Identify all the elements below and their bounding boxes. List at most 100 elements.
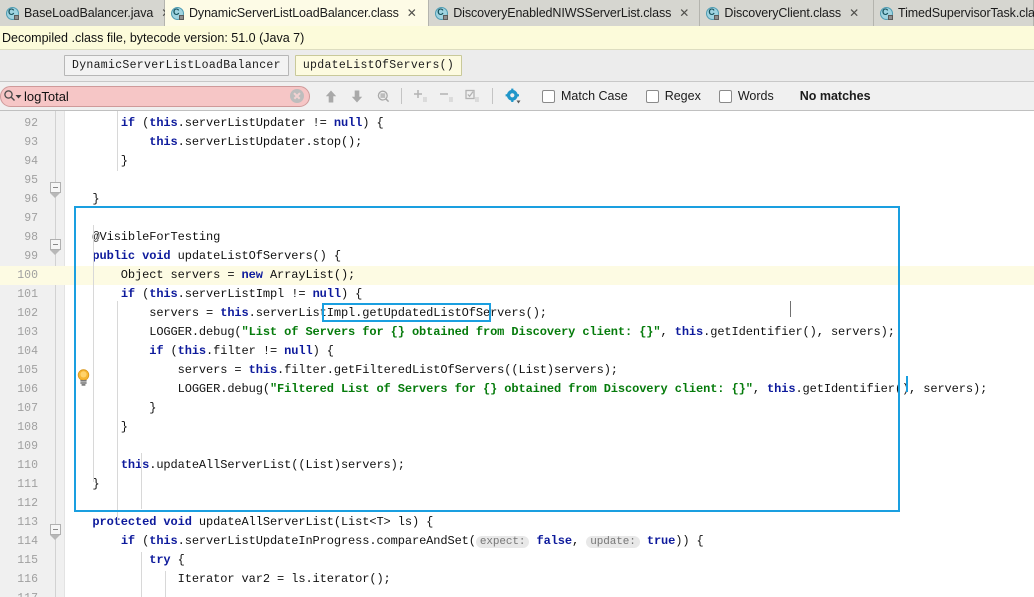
find-status-text: No matches [799, 89, 871, 103]
editor-tab-bar[interactable]: BaseLoadBalancer.java✕DynamicServerListL… [0, 0, 1034, 27]
code-line-110[interactable]: this.updateAllServerList((List)servers); [64, 456, 405, 475]
intention-bulb-icon[interactable] [76, 369, 91, 386]
code-line-96[interactable]: } [64, 190, 99, 209]
text-caret [906, 376, 908, 392]
code-line-100[interactable]: Object servers = new ArrayList(); [64, 266, 355, 285]
search-field-wrapper[interactable] [0, 85, 310, 107]
code-line-99[interactable]: public void updateListOfServers() { [64, 247, 341, 266]
clear-icon[interactable] [290, 89, 304, 103]
line-number: 117 [0, 589, 38, 597]
code-line-116[interactable]: Iterator var2 = ls.iterator(); [64, 570, 391, 589]
code-line-94[interactable]: } [64, 152, 128, 171]
fold-marker-collapse[interactable] [50, 182, 61, 193]
java-class-icon [706, 6, 720, 20]
breadcrumb-item-0[interactable]: DynamicServerListLoadBalancer [64, 55, 289, 76]
code-line-107[interactable]: } [64, 399, 156, 418]
add-selection-icon[interactable]: II [411, 85, 433, 107]
code-line-106[interactable]: LOGGER.debug("Filtered List of Servers f… [64, 380, 988, 399]
indent-guide [141, 552, 142, 597]
code-line-105[interactable]: servers = this.filter.getFilteredListOfS… [64, 361, 618, 380]
line-number: 97 [24, 212, 38, 225]
breadcrumb-item-1[interactable]: updateListOfServers() [294, 55, 463, 76]
breadcrumb[interactable]: DynamicServerListLoadBalancer updateListO… [0, 50, 1034, 82]
select-all-icon[interactable]: II [463, 85, 485, 107]
svg-text:II: II [423, 97, 427, 104]
code-line-103[interactable]: LOGGER.debug("List of Servers for {} obt… [64, 323, 895, 342]
line-number: 94 [24, 155, 38, 168]
toolbar-separator [401, 88, 402, 104]
find-option-label: Regex [664, 89, 701, 103]
fold-marker-tip [50, 250, 60, 255]
line-number: 113 [17, 516, 38, 529]
decompiled-notice-text: Decompiled .class file, bytecode version… [2, 30, 305, 45]
line-number: 107 [17, 402, 38, 415]
code-line-101[interactable]: if (this.serverListImpl != null) { [64, 285, 363, 304]
svg-text:II: II [475, 97, 479, 104]
java-class-icon [6, 6, 19, 20]
checkbox[interactable] [718, 89, 732, 103]
code-line-114[interactable]: if (this.serverListUpdateInProgress.comp… [64, 532, 704, 551]
code-line-102[interactable]: servers = this.serverListImpl.getUpdated… [64, 304, 547, 323]
code-line-113[interactable]: protected void updateAllServerList(List<… [64, 513, 433, 532]
code-line-104[interactable]: if (this.filter != null) { [64, 342, 334, 361]
indent-guide [117, 301, 118, 521]
line-number: 95 [24, 174, 38, 187]
find-option-label: Match Case [561, 89, 628, 103]
code-line-98[interactable]: @VisibleForTesting [64, 228, 220, 247]
code-editor[interactable]: if (this.serverListUpdater != null) { th… [0, 111, 1034, 597]
line-number: 111 [17, 478, 38, 491]
line-number: 104 [17, 345, 38, 358]
editor-tab-3[interactable]: DiscoveryClient.class ✕ [700, 0, 874, 26]
code-line-115[interactable]: try { [64, 551, 185, 570]
line-number: 112 [17, 497, 38, 510]
editor-tab-1[interactable]: DynamicServerListLoadBalancer.class ✕ [165, 0, 430, 26]
editor-tab-4[interactable]: TimedSupervisorTask.class✕ [874, 0, 1034, 26]
line-number: 100 [17, 269, 38, 282]
fold-marker-collapse[interactable] [50, 239, 61, 250]
code-line-92[interactable]: if (this.serverListUpdater != null) { [64, 114, 384, 133]
fold-marker-tip [50, 535, 60, 540]
close-icon[interactable]: ✕ [679, 7, 689, 19]
find-option-regex[interactable]: Regex [645, 89, 701, 103]
filter-settings-icon[interactable] [502, 85, 524, 107]
line-number: 99 [24, 250, 38, 263]
line-number: 115 [17, 554, 38, 567]
svg-text:II: II [449, 97, 453, 104]
editor-tab-0[interactable]: BaseLoadBalancer.java✕ [0, 0, 171, 26]
search-input[interactable] [23, 87, 290, 105]
line-number: 114 [17, 535, 38, 548]
find-option-label: Words [737, 89, 774, 103]
find-bar[interactable]: II II II Match C [0, 82, 1034, 111]
find-option-match-case[interactable]: Match Case [542, 89, 628, 103]
fold-marker-collapse[interactable] [50, 524, 61, 535]
line-number: 106 [17, 383, 38, 396]
find-options[interactable]: Match Case Regex Words [524, 89, 774, 103]
find-option-words[interactable]: Words [718, 89, 774, 103]
arrow-down-icon[interactable] [346, 85, 368, 107]
search-icon[interactable] [3, 89, 17, 103]
checkbox[interactable] [645, 89, 659, 103]
code-line-108[interactable]: } [64, 418, 128, 437]
line-number: 92 [24, 117, 38, 130]
line-number: 110 [17, 459, 38, 472]
editor-tab-label: DynamicServerListLoadBalancer.class [189, 6, 399, 20]
close-icon[interactable]: ✕ [849, 7, 859, 19]
indent-guide [117, 111, 118, 171]
checkbox[interactable] [542, 89, 555, 103]
editor-tab-label: DiscoveryEnabledNIWSServerList.class [453, 6, 672, 20]
select-all-occurrences-icon[interactable] [372, 85, 394, 107]
close-icon[interactable]: ✕ [407, 7, 417, 19]
line-number: 103 [17, 326, 38, 339]
indent-guide [141, 453, 142, 509]
arrow-up-icon[interactable] [320, 85, 342, 107]
remove-selection-icon[interactable]: II [437, 85, 459, 107]
java-class-icon [435, 6, 449, 20]
code-line-111[interactable]: } [64, 475, 99, 494]
line-number: 102 [17, 307, 38, 320]
code-line-93[interactable]: this.serverListUpdater.stop(); [64, 133, 362, 152]
editor-tab-2[interactable]: DiscoveryEnabledNIWSServerList.class ✕ [429, 0, 701, 26]
line-number: 96 [24, 193, 38, 206]
editor-tab-label: DiscoveryClient.class [724, 6, 842, 20]
line-number: 116 [17, 573, 38, 586]
java-class-icon [880, 6, 893, 20]
